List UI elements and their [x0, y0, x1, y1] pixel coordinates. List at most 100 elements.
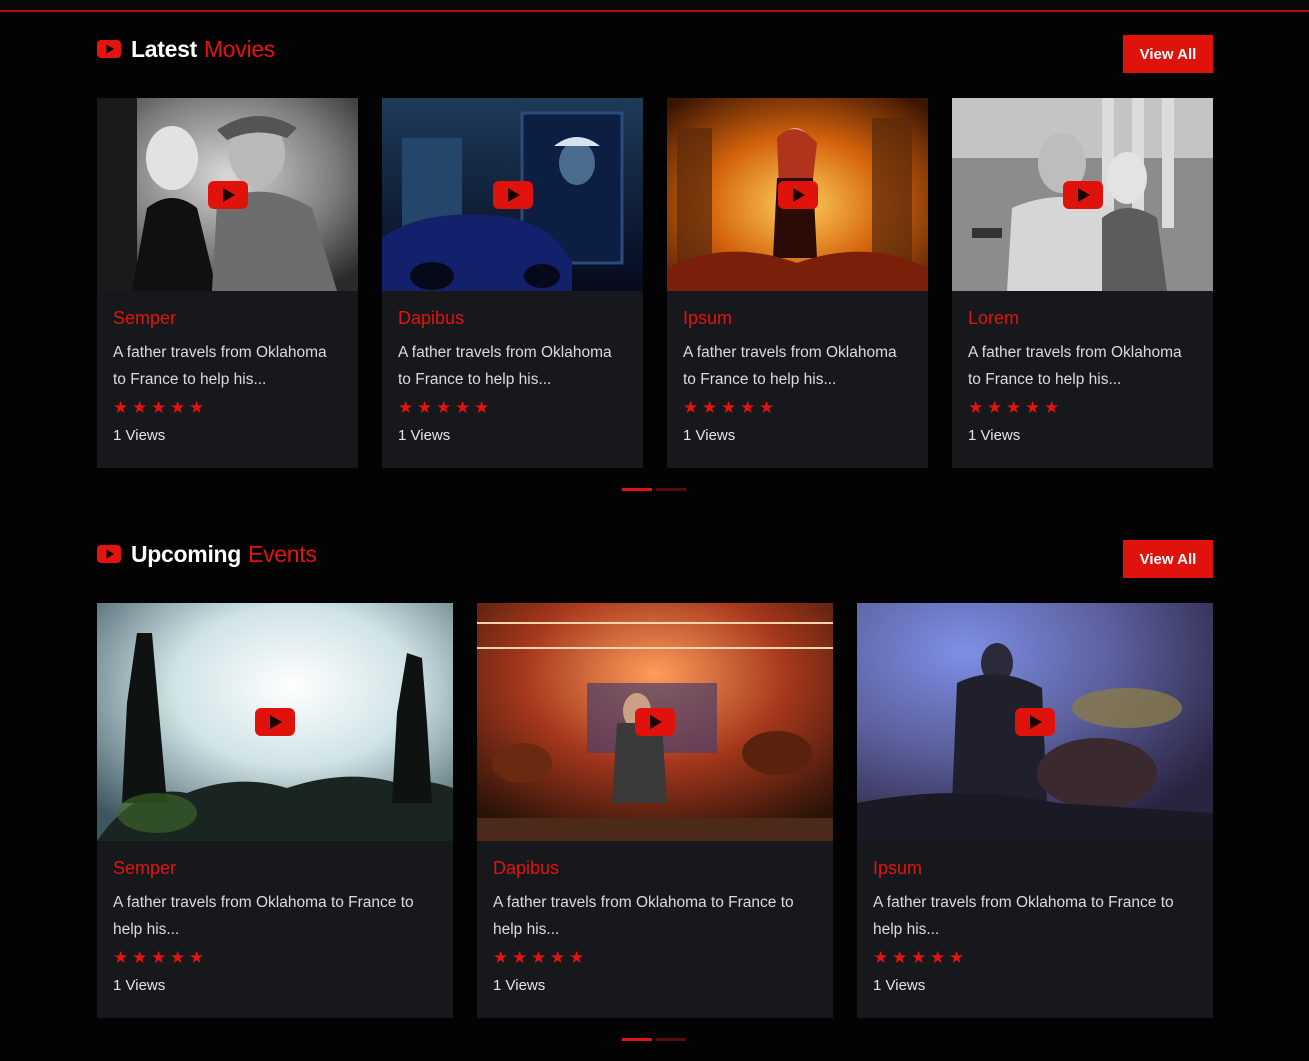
star-icon: ★: [113, 948, 129, 967]
view-count: 1 Views: [873, 977, 926, 994]
movie-thumbnail[interactable]: [952, 98, 1213, 291]
pager-dot[interactable]: [656, 1038, 686, 1041]
upcoming-events-section: Upcoming Events View All Semper A father…: [97, 535, 1213, 1041]
card-info: Lorem A father travels from Oklahoma to …: [952, 291, 1213, 444]
movie-thumbnail[interactable]: [382, 98, 643, 291]
card-title[interactable]: Semper: [113, 306, 342, 332]
rating-stars: ★ ★ ★ ★ ★: [873, 948, 1197, 967]
star-icon: ★: [474, 398, 490, 417]
star-icon: ★: [968, 398, 984, 417]
card-info: Semper A father travels from Oklahoma to…: [97, 291, 358, 444]
card-description: A father travels from Oklahoma to France…: [493, 894, 794, 938]
card-description: A father travels from Oklahoma to France…: [968, 344, 1182, 388]
youtube-play-icon: [97, 40, 121, 58]
star-icon: ★: [930, 948, 946, 967]
view-all-movies-button[interactable]: View All: [1123, 35, 1213, 73]
star-icon: ★: [759, 398, 775, 417]
section-header: Latest Movies View All: [97, 30, 1213, 98]
card-info: Semper A father travels from Oklahoma to…: [97, 841, 453, 994]
star-icon: ★: [189, 948, 205, 967]
card-title[interactable]: Semper: [113, 856, 437, 882]
section-title: Latest Movies: [97, 34, 275, 64]
star-icon: ★: [550, 948, 566, 967]
section-title-red: Events: [248, 540, 317, 567]
star-icon: ★: [132, 948, 148, 967]
star-icon: ★: [721, 398, 737, 417]
rating-stars: ★ ★ ★ ★ ★: [113, 948, 437, 967]
view-count: 1 Views: [968, 427, 1021, 444]
play-button-icon[interactable]: [777, 180, 818, 209]
view-count: 1 Views: [113, 427, 166, 444]
star-icon: ★: [132, 398, 148, 417]
star-icon: ★: [151, 398, 167, 417]
card-description: A father travels from Oklahoma to France…: [873, 894, 1174, 938]
section-title: Upcoming Events: [97, 539, 317, 569]
play-button-icon[interactable]: [1062, 180, 1103, 209]
rating-stars: ★ ★ ★ ★ ★: [113, 398, 342, 417]
event-thumbnail[interactable]: [97, 603, 453, 841]
card-description: A father travels from Oklahoma to France…: [113, 894, 414, 938]
star-icon: ★: [1006, 398, 1022, 417]
pager-dot[interactable]: [656, 488, 686, 491]
star-icon: ★: [493, 948, 509, 967]
star-icon: ★: [911, 948, 927, 967]
star-icon: ★: [1025, 398, 1041, 417]
card-title[interactable]: Ipsum: [683, 306, 912, 332]
carousel-pager: [622, 488, 686, 491]
star-icon: ★: [740, 398, 756, 417]
movie-card[interactable]: Semper A father travels from Oklahoma to…: [97, 98, 358, 468]
card-info: Dapibus A father travels from Oklahoma t…: [382, 291, 643, 444]
play-button-icon[interactable]: [492, 180, 533, 209]
carousel-pager: [622, 1038, 686, 1041]
star-icon: ★: [512, 948, 528, 967]
event-card[interactable]: Semper A father travels from Oklahoma to…: [97, 603, 453, 1018]
star-icon: ★: [987, 398, 1003, 417]
play-button-icon[interactable]: [207, 180, 248, 209]
star-icon: ★: [151, 948, 167, 967]
event-card[interactable]: Ipsum A father travels from Oklahoma to …: [857, 603, 1213, 1018]
view-count: 1 Views: [398, 427, 451, 444]
top-nav-edge: [0, 0, 1309, 12]
card-info: Dapibus A father travels from Oklahoma t…: [477, 841, 833, 994]
card-description: A father travels from Oklahoma to France…: [398, 344, 612, 388]
rating-stars: ★ ★ ★ ★ ★: [968, 398, 1197, 417]
event-thumbnail[interactable]: [857, 603, 1213, 841]
event-card[interactable]: Dapibus A father travels from Oklahoma t…: [477, 603, 833, 1018]
play-button-icon[interactable]: [1015, 708, 1055, 736]
star-icon: ★: [436, 398, 452, 417]
card-title[interactable]: Dapibus: [493, 856, 817, 882]
pager-dot-active[interactable]: [622, 1038, 652, 1041]
latest-movies-section: Latest Movies View All Semper A father t…: [97, 30, 1213, 491]
movie-card[interactable]: Ipsum A father travels from Oklahoma to …: [667, 98, 928, 468]
card-title[interactable]: Dapibus: [398, 306, 627, 332]
movie-card[interactable]: Dapibus A father travels from Oklahoma t…: [382, 98, 643, 468]
star-icon: ★: [702, 398, 718, 417]
star-icon: ★: [113, 398, 129, 417]
star-icon: ★: [417, 398, 433, 417]
movie-thumbnail[interactable]: [97, 98, 358, 291]
view-all-events-button[interactable]: View All: [1123, 540, 1213, 578]
movie-thumbnail[interactable]: [667, 98, 928, 291]
card-title[interactable]: Ipsum: [873, 856, 1197, 882]
star-icon: ★: [531, 948, 547, 967]
card-description: A father travels from Oklahoma to France…: [683, 344, 897, 388]
card-title[interactable]: Lorem: [968, 306, 1197, 332]
rating-stars: ★ ★ ★ ★ ★: [398, 398, 627, 417]
pager-dot-active[interactable]: [622, 488, 652, 491]
star-icon: ★: [892, 948, 908, 967]
view-count: 1 Views: [683, 427, 736, 444]
event-cards: Semper A father travels from Oklahoma to…: [97, 603, 1213, 1018]
star-icon: ★: [398, 398, 414, 417]
star-icon: ★: [873, 948, 889, 967]
section-header: Upcoming Events View All: [97, 535, 1213, 603]
play-button-icon[interactable]: [255, 708, 295, 736]
card-description: A father travels from Oklahoma to France…: [113, 344, 327, 388]
movie-card[interactable]: Lorem A father travels from Oklahoma to …: [952, 98, 1213, 468]
movie-cards: Semper A father travels from Oklahoma to…: [97, 98, 1213, 468]
star-icon: ★: [189, 398, 205, 417]
youtube-play-icon: [97, 545, 121, 563]
star-icon: ★: [455, 398, 471, 417]
event-thumbnail[interactable]: [477, 603, 833, 841]
play-button-icon[interactable]: [635, 708, 675, 736]
card-info: Ipsum A father travels from Oklahoma to …: [857, 841, 1213, 994]
